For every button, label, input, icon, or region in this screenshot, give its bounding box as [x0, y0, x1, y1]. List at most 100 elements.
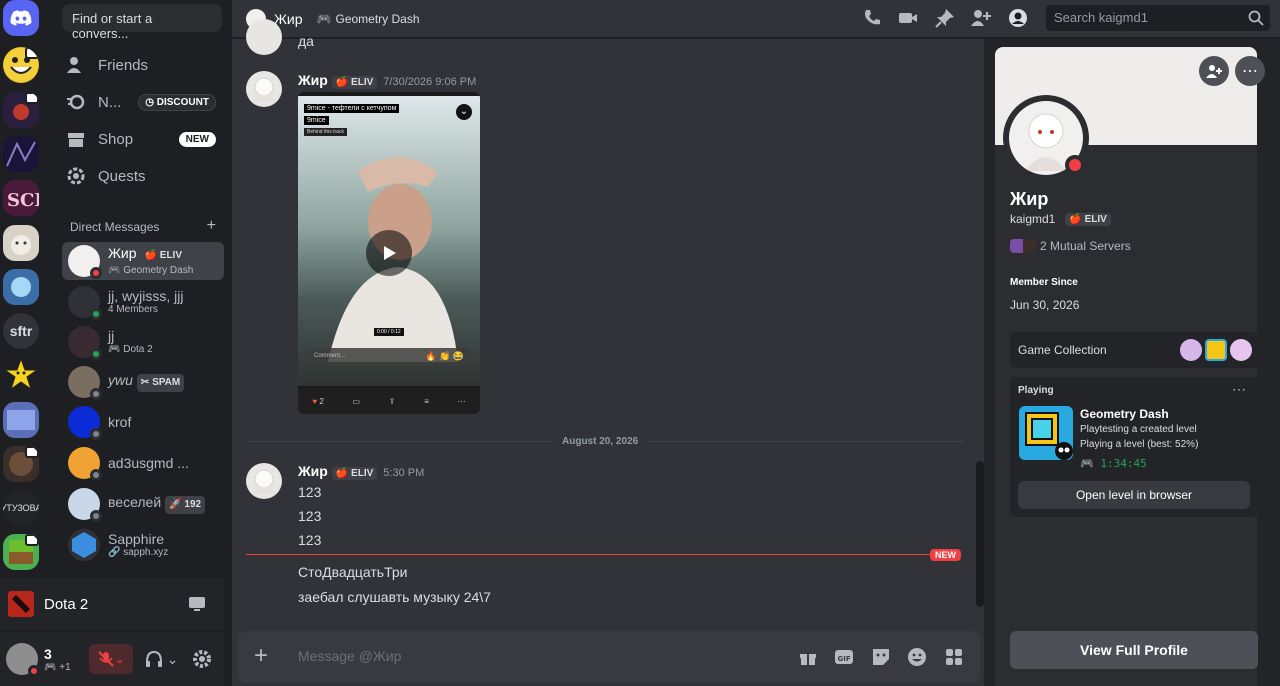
server-icon[interactable] [3, 446, 39, 482]
message-avatar[interactable] [246, 19, 282, 55]
dm-item[interactable]: jj, wyjisss, jjj 4 Members [62, 283, 224, 321]
server-icon[interactable] [3, 269, 39, 305]
mutual-servers-link[interactable]: 2 Mutual Servers [1010, 239, 1131, 253]
nav-friends[interactable]: Friends [66, 48, 216, 82]
nav-label: Quests [98, 167, 146, 185]
user-avatar[interactable] [6, 643, 40, 677]
sapphire-bot-icon [72, 532, 96, 558]
dm-name: jj [108, 328, 115, 344]
mute-mic-button[interactable]: ⌄ [88, 644, 133, 674]
more-options-button[interactable]: ⋯ [1235, 56, 1265, 86]
geometry-dash-icon [1019, 406, 1073, 460]
dm-sub: 4 Members [108, 304, 159, 315]
server-icon[interactable]: SCI [3, 180, 39, 216]
gift-icon[interactable] [798, 647, 818, 667]
mic-muted-icon [97, 651, 114, 667]
settings-gear-icon[interactable] [192, 649, 212, 669]
add-friends-to-dm-icon[interactable] [971, 8, 991, 28]
discord-home-button[interactable] [3, 0, 39, 36]
anime-avatar-icon [254, 469, 274, 493]
profile-avatar[interactable] [1003, 95, 1089, 181]
server-icon[interactable] [3, 534, 39, 570]
add-friend-button[interactable] [1199, 56, 1229, 86]
apps-icon[interactable] [944, 647, 964, 667]
user-name: 3 [44, 645, 52, 662]
comment-placeholder: Comment... [314, 353, 346, 359]
dm-sub: sapph.xyz [123, 547, 169, 558]
dm-item[interactable]: Sapphire 🔗 sapph.xyz [62, 526, 224, 564]
server-icon[interactable] [3, 92, 39, 128]
play-button[interactable] [366, 230, 412, 276]
create-dm-plus-icon[interactable]: + [207, 218, 216, 234]
header-activity: 🎮 Geometry Dash [317, 12, 420, 26]
open-level-button[interactable]: Open level in browser [1018, 481, 1250, 509]
message-text: 123 [298, 532, 322, 548]
server-icon[interactable] [3, 225, 39, 261]
stream-screen-icon[interactable] [188, 595, 206, 613]
header-game: Geometry Dash [335, 11, 420, 26]
discord-logo-icon [10, 10, 32, 26]
nav-quests[interactable]: Quests [66, 159, 216, 193]
nav-label: N... [98, 93, 122, 111]
game-collection[interactable]: Game Collection [1010, 332, 1258, 368]
message-author[interactable]: Жир [298, 463, 328, 479]
avatar [68, 406, 102, 440]
message-input[interactable]: Message @Жир [298, 648, 401, 664]
server-utuzova[interactable]: УТУЗОВА [3, 490, 39, 526]
profile-username-row: kaigmd1 🍎 ELIV [1010, 212, 1111, 226]
deafen-button[interactable]: ⌄ [145, 650, 178, 668]
search-input[interactable]: Search kaigmd1 [1046, 5, 1270, 31]
discount-badge: ◷ DISCOUNT [138, 93, 216, 111]
video-caption: 9mice [304, 116, 329, 125]
message-author[interactable]: Жир [298, 72, 328, 88]
video-embed[interactable]: 9mice - тефтели с кетчупом 9mice Behind … [298, 92, 480, 414]
server-sftr[interactable]: sftr [3, 313, 39, 349]
game-collection-icons [1180, 339, 1252, 361]
activity-panel[interactable]: Dota 2 [0, 578, 224, 630]
chat-scrollbar[interactable] [976, 461, 984, 607]
emoji-icon[interactable] [907, 647, 927, 667]
chevron-down-icon[interactable]: ⌄ [456, 104, 472, 120]
server-icon[interactable] [3, 402, 39, 438]
dm-item[interactable]: ad3usgmd ... [62, 444, 224, 482]
server-icon[interactable] [3, 357, 39, 393]
dm-item[interactable]: ywu ✂ SPAM [62, 363, 224, 401]
profile-username[interactable]: kaigmd1 [1010, 212, 1055, 226]
search-icon [1248, 10, 1264, 26]
headphones-icon [145, 650, 162, 667]
nav-nitro[interactable]: N... ◷ DISCOUNT [66, 85, 216, 119]
user-profile-toggle-icon[interactable] [1008, 8, 1028, 28]
pin-icon[interactable] [935, 8, 955, 28]
dm-item[interactable]: jj 🎮 Dota 2 [62, 323, 224, 361]
voice-call-icon[interactable] [862, 8, 882, 28]
video-call-icon[interactable] [898, 8, 918, 28]
game-icon [1230, 339, 1252, 361]
unread-badge [25, 446, 39, 458]
game-elapsed: 1:34:45 [1100, 457, 1147, 470]
message-avatar[interactable] [246, 463, 282, 499]
view-full-profile-button[interactable]: View Full Profile [1010, 631, 1258, 669]
game-detail: Playing a level (best: 52%) [1080, 439, 1199, 450]
cat-server-icon [11, 235, 31, 255]
add-attachment-plus-icon[interactable]: + [254, 644, 268, 668]
guild-tag: 🚀 192 [165, 496, 206, 514]
mutual-server-icons [1010, 239, 1036, 253]
sticker-icon[interactable] [871, 647, 891, 667]
gif-icon[interactable]: GIF [834, 647, 854, 667]
server-icon[interactable] [3, 47, 39, 83]
dm-item[interactable]: веселей 🚀 192 [62, 485, 224, 523]
server-art-icon [7, 410, 35, 430]
message-avatar[interactable] [246, 71, 282, 107]
dm-item[interactable]: Жир 🍎 ELIV 🎮 Geometry Dash [62, 242, 224, 280]
gamepad-icon: 🎮 [1080, 457, 1094, 470]
nav-label: Shop [98, 130, 134, 148]
add-friend-icon [1206, 65, 1222, 78]
more-dots-icon[interactable]: ⋯ [1232, 381, 1246, 398]
dm-item[interactable]: krof [62, 403, 224, 441]
nav-shop[interactable]: Shop NEW [66, 122, 216, 156]
find-conversation-input[interactable]: Find or start a convers... [62, 4, 222, 41]
server-icon[interactable] [3, 136, 39, 172]
status-online-icon [90, 308, 102, 320]
game-collection-label: Game Collection [1018, 343, 1107, 357]
avatar [68, 447, 102, 481]
